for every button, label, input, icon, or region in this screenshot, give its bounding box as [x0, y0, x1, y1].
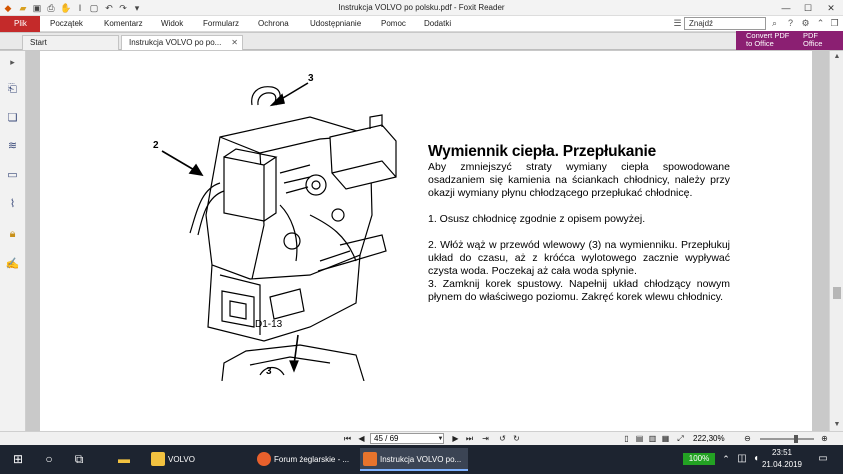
- next-page-icon[interactable]: ▶: [450, 433, 461, 445]
- intro-paragraph: Aby zmniejszyć straty wymiany ciepła spo…: [428, 161, 730, 199]
- continuous-facing-view-icon[interactable]: ▦: [660, 433, 671, 445]
- menu-help[interactable]: Pomoc: [381, 16, 406, 32]
- window-title: Instrukcja VOLVO po polsku.pdf - Foxit R…: [338, 3, 505, 12]
- minimize-button[interactable]: —: [775, 0, 797, 16]
- engine-illustration: [161, 82, 397, 381]
- tab-start[interactable]: Start: [22, 35, 119, 50]
- single-page-view-icon[interactable]: ▯: [621, 433, 632, 445]
- comments-icon[interactable]: ▭: [5, 168, 20, 183]
- signature-icon[interactable]: ✍: [5, 257, 20, 272]
- page-dropdown-icon[interactable]: ▼: [435, 433, 446, 445]
- previous-view-icon[interactable]: ↺: [497, 433, 508, 445]
- task-label: Instrukcja VOLVO po...: [380, 455, 462, 464]
- foxit-reader-icon: [363, 452, 377, 466]
- search-icon[interactable]: ⌕: [768, 17, 781, 30]
- article-text: Wymiennik ciepła. Przepłukanie Aby zmnie…: [428, 143, 730, 304]
- taskbar-clock[interactable]: 23:51 21.04.2019: [760, 447, 804, 471]
- document-viewport[interactable]: 3 2 D1-13 3 Wymiennik ciepła. Przepłukan…: [26, 51, 829, 431]
- zoom-in-icon[interactable]: ⊕: [819, 433, 830, 445]
- banner-line2: to Office: [746, 39, 774, 48]
- tab-label: Start: [30, 38, 47, 47]
- search-input[interactable]: Znajdź: [684, 17, 766, 30]
- pages-icon[interactable]: ❏: [5, 111, 20, 126]
- attachment-icon[interactable]: ⌇: [5, 197, 20, 212]
- fit-page-icon[interactable]: ⤢: [675, 433, 686, 445]
- menu-form[interactable]: Formularz: [203, 16, 239, 32]
- notification-chevron-icon[interactable]: ⌃: [718, 451, 734, 467]
- menu-comment[interactable]: Komentarz: [104, 16, 143, 32]
- file-explorer-icon[interactable]: ▬: [116, 451, 132, 467]
- help-icon[interactable]: ?: [784, 17, 797, 30]
- step-2: 2. Włóż wąż w przewód wlewowy (3) na wym…: [428, 239, 730, 277]
- pdf-to-office-badge: PDF Office: [803, 32, 822, 48]
- callout-number: 3: [308, 73, 314, 84]
- task-label: Forum żeglarskie - ...: [274, 455, 350, 464]
- menu-protect[interactable]: Ochrona: [258, 16, 289, 32]
- menu-extras[interactable]: Dodatki: [424, 16, 451, 32]
- taskbar-item-foxit[interactable]: Instrukcja VOLVO po...: [360, 448, 468, 471]
- taskbar-search-icon[interactable]: ○: [41, 451, 57, 467]
- expand-ribbon-icon[interactable]: ⌃: [814, 17, 827, 30]
- taskbar-item-volvo-folder[interactable]: VOLVO: [148, 448, 248, 471]
- tab-label: Instrukcja VOLVO po po...: [129, 38, 222, 47]
- zoom-out-icon[interactable]: ⊖: [742, 433, 753, 445]
- title-bar: ◆ ▰ ▣ ⎙ ✋ I ▢ ↶ ↷ ▾ Instrukcja VOLVO po …: [0, 0, 843, 16]
- close-window-button[interactable]: ✕: [820, 0, 842, 16]
- maximize-button[interactable]: ☐: [797, 0, 819, 16]
- firefox-icon: [257, 452, 271, 466]
- callout-number: 3: [266, 366, 272, 377]
- first-page-icon[interactable]: ⏮: [342, 433, 353, 445]
- section-heading: Wymiennik ciepła. Przepłukanie: [428, 143, 657, 160]
- export-page-icon[interactable]: ⇥: [480, 433, 491, 445]
- collapse-sidebar-icon[interactable]: ▸: [5, 55, 20, 70]
- taskbar-item-firefox[interactable]: Forum żeglarskie - ...: [254, 448, 354, 471]
- tab-document[interactable]: Instrukcja VOLVO po po... ✕: [121, 35, 243, 50]
- pdf-page: 3 2 D1-13 3 Wymiennik ciepła. Przepłukan…: [40, 51, 812, 431]
- vertical-scrollbar[interactable]: ▲ ▼: [829, 51, 843, 431]
- folder-icon: [151, 452, 165, 466]
- step-3: 3. Zamknij korek spustowy. Napełnij ukła…: [428, 278, 730, 303]
- badge-office: Office: [803, 39, 823, 48]
- zoom-level: 222,30%: [693, 434, 725, 443]
- menu-bar: Plik Początek Komentarz Widok Formularz …: [0, 16, 843, 32]
- clock-time: 23:51: [771, 448, 793, 457]
- clock-date: 21.04.2019: [761, 460, 803, 469]
- bookmark-icon[interactable]: ⎗: [5, 82, 20, 97]
- windows-taskbar: ⊞ ○ ⧉ ▬ VOLVO Forum żeglarskie - ... Ins…: [0, 445, 843, 474]
- menu-home[interactable]: Początek: [50, 16, 83, 32]
- layers-icon[interactable]: ≋: [5, 139, 20, 154]
- next-view-icon[interactable]: ↻: [511, 433, 522, 445]
- step-1: 1. Osusz chłodnicę zgodnie z opisem powy…: [428, 213, 646, 225]
- scroll-down-icon[interactable]: ▼: [830, 419, 843, 431]
- file-menu[interactable]: Plik: [0, 16, 40, 32]
- scroll-up-icon[interactable]: ▲: [830, 51, 843, 63]
- menu-view[interactable]: Widok: [161, 16, 183, 32]
- start-windows-icon[interactable]: ⊞: [10, 451, 26, 467]
- figure-caption: D1-13: [255, 319, 283, 330]
- left-sidebar: ▸ ⎗ ❏ ≋ ▭ ⌇ 🔒︎ ✍: [0, 51, 26, 431]
- settings-icon[interactable]: ⚙: [799, 17, 812, 30]
- page-number-input[interactable]: 45 / 69: [370, 433, 444, 444]
- callout-number: 2: [153, 140, 159, 151]
- menu-share[interactable]: Udostępnianie: [310, 16, 361, 32]
- continuous-view-icon[interactable]: ▤: [634, 433, 645, 445]
- action-center-icon[interactable]: ▭: [815, 451, 831, 467]
- battery-indicator[interactable]: 100%: [683, 453, 715, 465]
- last-page-icon[interactable]: ⏭: [464, 433, 475, 445]
- task-label: VOLVO: [168, 455, 195, 464]
- scroll-thumb[interactable]: [833, 287, 841, 299]
- restore-doc-icon[interactable]: ❐: [828, 17, 841, 30]
- facing-view-icon[interactable]: ▥: [647, 433, 658, 445]
- close-tab-icon[interactable]: ✕: [231, 36, 238, 50]
- security-lock-icon[interactable]: 🔒︎: [5, 227, 20, 242]
- search-options-icon[interactable]: ☰: [671, 17, 684, 30]
- previous-page-icon[interactable]: ◀: [356, 433, 367, 445]
- zoom-slider-thumb[interactable]: [794, 435, 798, 443]
- task-view-icon[interactable]: ⧉: [71, 451, 87, 467]
- status-bar: ⏮ ◀ 45 / 69 ▼ ▶ ⏭ ⇥ ↺ ↻ ▯ ▤ ▥ ▦ ⤢ 222,30…: [0, 431, 843, 445]
- convert-pdf-banner[interactable]: Convert PDF to Office PDF Office: [736, 31, 843, 50]
- tab-bar: Start Instrukcja VOLVO po po... ✕: [0, 33, 843, 50]
- zoom-slider[interactable]: [760, 438, 814, 440]
